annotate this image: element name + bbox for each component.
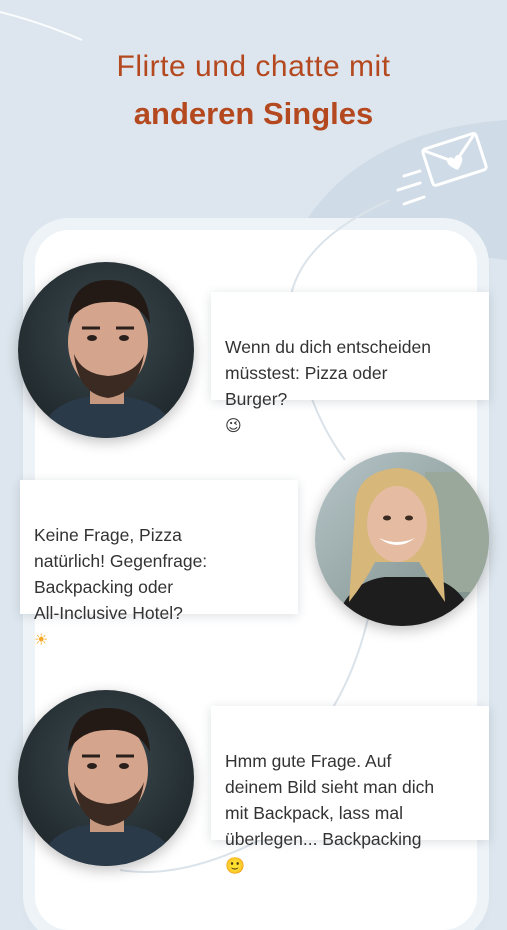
wink-emoji-icon: 😉 (225, 416, 242, 435)
chat-bubble-1: Wenn du dich entscheiden müsstest: Pizza… (211, 292, 489, 435)
message-text-3: Hmm gute Frage. Auf deinem Bild sieht ma… (225, 751, 435, 849)
message-text-2: Keine Frage, Pizza natürlich! Gegenfrage… (34, 525, 208, 623)
sun-emoji-icon: ☀ (34, 630, 49, 649)
chat-bubble-2: Keine Frage, Pizza natürlich! Gegenfrage… (20, 480, 298, 649)
smile-emoji-icon: 🙂 (225, 856, 245, 875)
headline-line-2: anderen Singles (133, 96, 374, 131)
message-text-1: Wenn du dich entscheiden müsstest: Pizza… (225, 337, 431, 409)
avatar-man-1[interactable] (18, 262, 194, 438)
avatar-woman[interactable] (315, 452, 489, 626)
headline-line-1: Flirte und chatte mit (116, 50, 391, 83)
avatar-man-2[interactable] (18, 690, 194, 866)
chat-bubble-3: Hmm gute Frage. Auf deinem Bild sieht ma… (211, 706, 489, 875)
